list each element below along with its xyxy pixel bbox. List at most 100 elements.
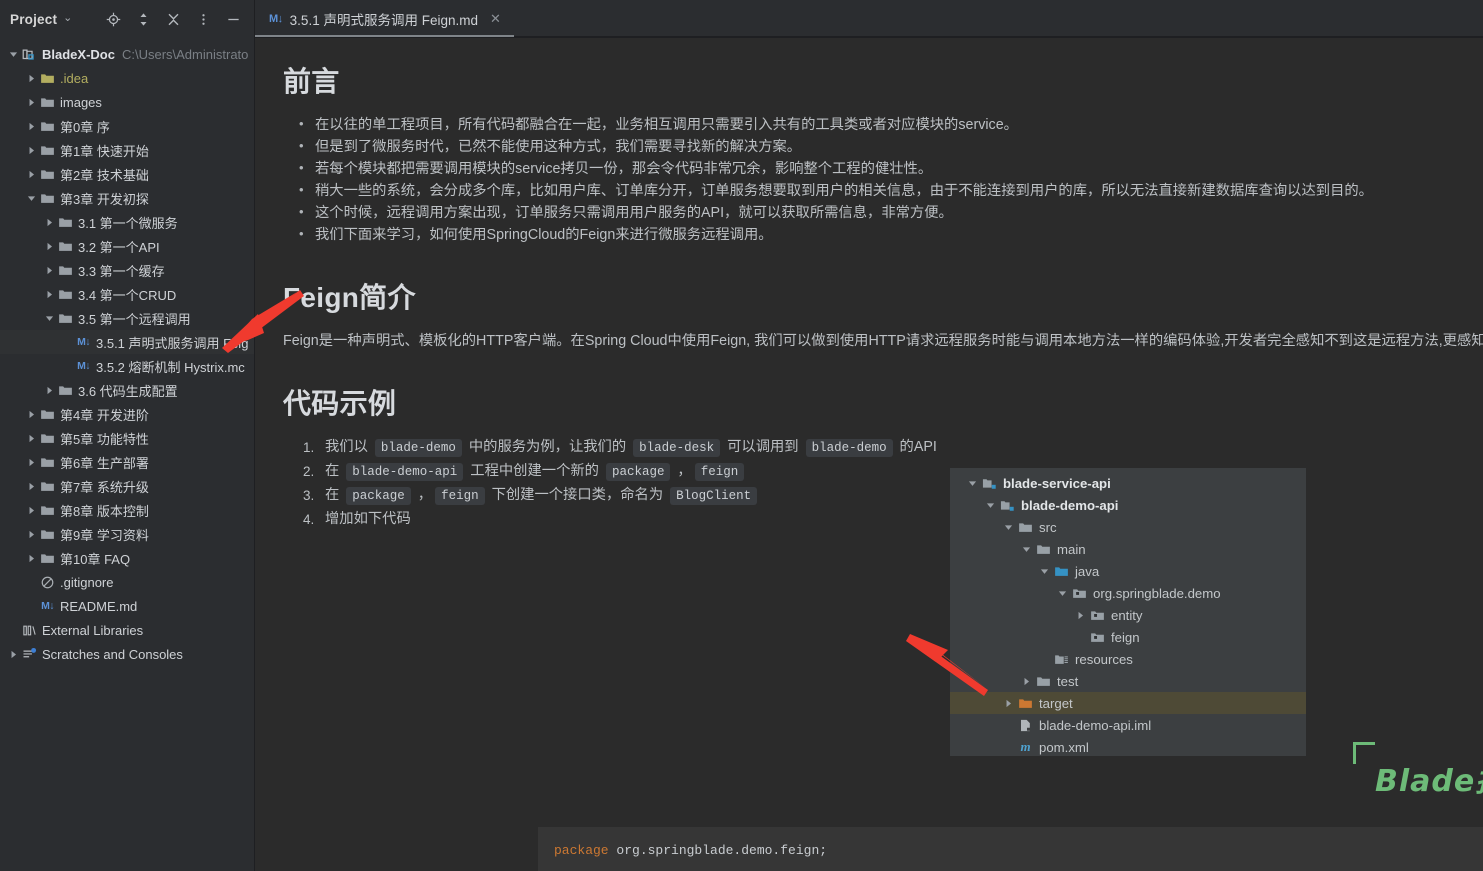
chevron-right-icon[interactable] bbox=[24, 122, 38, 131]
chevron-right-icon[interactable] bbox=[42, 386, 56, 395]
chevron-right-icon[interactable] bbox=[24, 170, 38, 179]
list-item: 稍大一些的系统，会分成多个库，比如用户库、订单库分开，订单服务想要取到用户的相关… bbox=[297, 179, 1483, 202]
embedded-tree-row-label: pom.xml bbox=[1039, 739, 1089, 755]
embedded-tree-row: target bbox=[950, 692, 1306, 714]
tree-row[interactable]: External Libraries bbox=[0, 618, 254, 642]
tree-row[interactable]: M↓ README.md bbox=[0, 594, 254, 618]
tree-row[interactable]: 3.3 第一个缓存 bbox=[0, 258, 254, 282]
embedded-tree-row-label: blade-service-api bbox=[1003, 475, 1111, 491]
collapse-all-icon[interactable] bbox=[165, 11, 182, 28]
tree-row[interactable]: M↓ 3.5.2 熔断机制 Hystrix.mc bbox=[0, 354, 254, 378]
chevron-right-icon[interactable] bbox=[24, 530, 38, 539]
inline-code: feign bbox=[694, 463, 745, 481]
tree-row[interactable]: M↓ 3.5.1 声明式服务调用 Feig bbox=[0, 330, 254, 354]
tree-row[interactable]: 第0章 序 bbox=[0, 114, 254, 138]
sidebar-toolbar: Project ⌄ bbox=[0, 0, 254, 38]
tree-row-label: 第5章 功能特性 bbox=[60, 431, 149, 447]
tree-row[interactable]: .gitignore bbox=[0, 570, 254, 594]
minimize-icon[interactable] bbox=[225, 11, 242, 28]
list-item: 在 blade-demo-api 工程中创建一个新的 package ， feig… bbox=[303, 460, 1483, 484]
tree-row-label: 第10章 FAQ bbox=[60, 551, 131, 567]
inline-code: feign bbox=[435, 487, 485, 505]
tree-row[interactable]: 3.1 第一个微服务 bbox=[0, 210, 254, 234]
tree-row[interactable]: 第9章 学习资料 bbox=[0, 522, 254, 546]
locate-icon[interactable] bbox=[105, 11, 122, 28]
list-item: 我们以 blade-demo 中的服务为例，让我们的 blade-desk 可以… bbox=[303, 436, 937, 459]
more-options-icon[interactable] bbox=[195, 11, 212, 28]
tree-row[interactable]: BladeX-Doc C:\Users\Administrato bbox=[0, 42, 254, 66]
folder-icon bbox=[56, 239, 75, 254]
editor-tab[interactable]: M↓ 3.5.1 声明式服务调用 Feign.md ✕ bbox=[255, 0, 514, 37]
chevron-down-icon[interactable] bbox=[6, 50, 20, 59]
tree-row[interactable]: 第6章 生产部署 bbox=[0, 450, 254, 474]
tree-row-label: Scratches and Consoles bbox=[42, 646, 183, 662]
chevron-down-icon bbox=[1036, 567, 1052, 576]
project-tree[interactable]: BladeX-Doc C:\Users\Administrato .idea imag… bbox=[0, 38, 254, 666]
tree-row[interactable]: 3.4 第一个CRUD bbox=[0, 282, 254, 306]
chevron-right-icon[interactable] bbox=[24, 458, 38, 467]
chevron-right-icon[interactable] bbox=[42, 290, 56, 299]
chevron-right-icon[interactable] bbox=[6, 650, 20, 659]
expand-collapse-icon[interactable] bbox=[135, 11, 152, 28]
tree-row-label: 第1章 快速开始 bbox=[60, 143, 149, 159]
editor-tab-label: 3.5.1 声明式服务调用 Feign.md bbox=[289, 12, 478, 28]
tree-row-label: 第8章 版本控制 bbox=[60, 503, 149, 519]
inline-code: package bbox=[605, 463, 671, 481]
tree-row[interactable]: 第2章 技术基础 bbox=[0, 162, 254, 186]
tree-row[interactable]: images bbox=[0, 90, 254, 114]
tree-row-label: 第4章 开发进阶 bbox=[60, 407, 149, 423]
chevron-right-icon[interactable] bbox=[24, 98, 38, 107]
inline-code: BlogClient bbox=[670, 487, 758, 505]
embedded-tree-row: org.springblade.demo bbox=[950, 582, 1306, 604]
tree-row-label: 第7章 系统升级 bbox=[60, 479, 149, 495]
chevron-right-icon[interactable] bbox=[24, 146, 38, 155]
chevron-right-icon[interactable] bbox=[24, 554, 38, 563]
chevron-right-icon[interactable] bbox=[24, 482, 38, 491]
chevron-right-icon[interactable] bbox=[42, 218, 56, 227]
tree-row[interactable]: 第7章 系统升级 bbox=[0, 474, 254, 498]
tree-row[interactable]: 第5章 功能特性 bbox=[0, 426, 254, 450]
project-sidebar: Project ⌄ BladeX-Doc C:\Users\Administra… bbox=[0, 0, 255, 871]
tree-row[interactable]: Scratches and Consoles bbox=[0, 642, 254, 666]
tree-row[interactable]: 3.2 第一个API bbox=[0, 234, 254, 258]
tree-row-label: 第3章 开发初探 bbox=[60, 191, 149, 207]
list-item: 增加如下代码 bbox=[303, 508, 411, 531]
tree-row[interactable]: 3.6 代码生成配置 bbox=[0, 378, 254, 402]
chevron-right-icon[interactable] bbox=[24, 74, 38, 83]
inline-code: package bbox=[346, 487, 411, 505]
markdown-icon: M↓ bbox=[269, 12, 283, 25]
tree-row[interactable]: 第8章 版本控制 bbox=[0, 498, 254, 522]
project-module-icon bbox=[20, 47, 39, 62]
tree-row[interactable]: 3.5 第一个远程调用 bbox=[0, 306, 254, 330]
chevron-right-icon[interactable] bbox=[42, 266, 56, 275]
tree-row-label: .idea bbox=[60, 70, 89, 86]
chevron-right-icon[interactable] bbox=[24, 506, 38, 515]
chevron-right-icon[interactable] bbox=[42, 242, 56, 251]
scratches-icon bbox=[20, 647, 39, 662]
folder-icon bbox=[38, 95, 57, 110]
tree-row[interactable]: 第4章 开发进阶 bbox=[0, 402, 254, 426]
embedded-tree-row: src bbox=[950, 516, 1306, 538]
chevron-down-icon[interactable] bbox=[24, 194, 38, 203]
chevron-right-icon bbox=[1018, 677, 1034, 686]
folder-icon bbox=[56, 383, 75, 398]
chevron-right-icon[interactable] bbox=[24, 434, 38, 443]
chevron-right-icon[interactable] bbox=[24, 410, 38, 419]
embedded-tree-row: blade-demo-api bbox=[950, 494, 1306, 516]
project-tool-window-title[interactable]: Project ⌄ bbox=[10, 12, 72, 27]
tree-row[interactable]: 第10章 FAQ bbox=[0, 546, 254, 570]
tree-row-label: 3.4 第一个CRUD bbox=[78, 287, 177, 303]
chevron-down-icon[interactable] bbox=[42, 314, 56, 323]
tree-row[interactable]: 第1章 快速开始 bbox=[0, 138, 254, 162]
tree-row-label: .gitignore bbox=[60, 574, 114, 590]
resources-icon bbox=[1052, 652, 1071, 667]
tree-row[interactable]: 第3章 开发初探 bbox=[0, 186, 254, 210]
markdown-icon: M↓ bbox=[41, 600, 54, 612]
code-block: package org.springblade.demo.feign; bbox=[538, 827, 1483, 871]
folder-icon bbox=[56, 215, 75, 230]
tree-row[interactable]: .idea bbox=[0, 66, 254, 90]
tree-row-label: 3.2 第一个API bbox=[78, 239, 160, 255]
folder-icon bbox=[38, 527, 57, 542]
embedded-tree-row: feign bbox=[950, 626, 1306, 648]
close-icon[interactable]: ✕ bbox=[490, 11, 501, 27]
